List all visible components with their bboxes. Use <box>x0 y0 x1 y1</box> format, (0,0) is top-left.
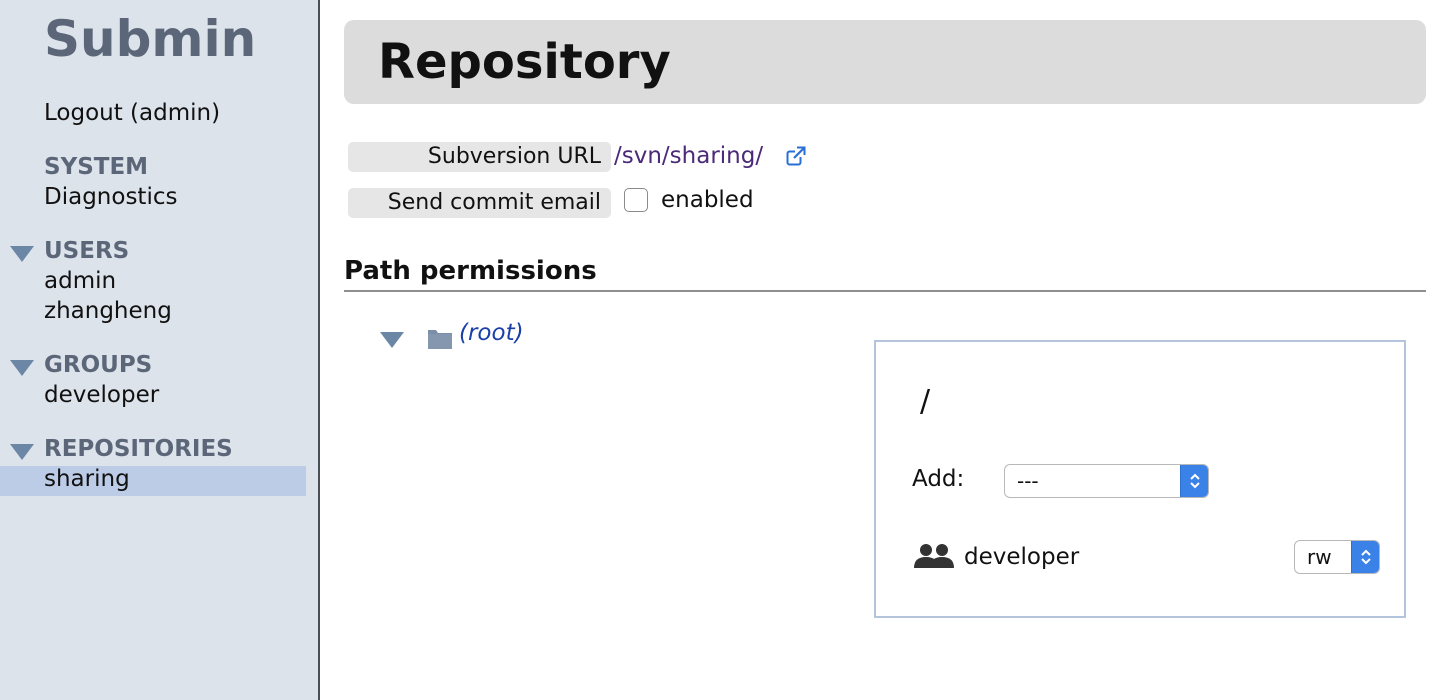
sidebar-item-repo-sharing[interactable]: sharing <box>44 466 130 492</box>
add-select[interactable]: --- <box>1004 464 1209 498</box>
sidebar-item-user-zhangheng[interactable]: zhangheng <box>44 298 172 324</box>
folder-icon <box>428 330 452 349</box>
tree-toggle-icon[interactable] <box>380 332 404 348</box>
commit-email-checkbox-label[interactable]: enabled <box>661 187 754 213</box>
page-title: Repository <box>378 34 671 90</box>
sidebar-item-user-admin[interactable]: admin <box>44 268 116 294</box>
divider <box>344 290 1426 292</box>
select-stepper-icon <box>1351 541 1379 573</box>
permission-access-select[interactable]: rw <box>1294 540 1380 574</box>
permission-access-value: rw <box>1307 545 1332 569</box>
add-label: Add: <box>912 466 965 492</box>
external-link-icon[interactable] <box>786 146 806 166</box>
groups-collapse-icon[interactable] <box>10 360 34 376</box>
subversion-url-label: Subversion URL <box>348 142 611 172</box>
add-select-value: --- <box>1017 469 1039 493</box>
users-collapse-icon[interactable] <box>10 246 34 262</box>
path-permissions-panel: / Add: --- developer rw <box>874 340 1406 618</box>
logout-link[interactable]: Logout (admin) <box>44 100 220 126</box>
app-logo[interactable]: Submin <box>44 10 256 68</box>
path-permissions-heading: Path permissions <box>344 256 597 286</box>
permission-group-name: developer <box>964 544 1080 570</box>
commit-email-checkbox[interactable] <box>624 188 648 212</box>
subversion-url-link[interactable]: /svn/sharing/ <box>614 143 763 169</box>
sidebar-item-group-developer[interactable]: developer <box>44 382 159 408</box>
sidebar: Submin Logout (admin) SYSTEM Diagnostics… <box>0 0 320 700</box>
tree-node-root[interactable]: (root) <box>459 320 524 346</box>
group-icon <box>914 544 954 568</box>
section-heading-system: SYSTEM <box>44 154 149 180</box>
select-stepper-icon <box>1180 465 1208 497</box>
commit-email-label: Send commit email <box>348 188 611 218</box>
page-title-bar: Repository <box>344 20 1426 104</box>
section-heading-groups[interactable]: GROUPS <box>44 352 152 378</box>
sidebar-item-diagnostics[interactable]: Diagnostics <box>44 184 177 210</box>
section-heading-repositories[interactable]: REPOSITORIES <box>44 436 233 462</box>
section-heading-users[interactable]: USERS <box>44 238 129 264</box>
selected-path: / <box>920 384 931 419</box>
repositories-collapse-icon[interactable] <box>10 444 34 460</box>
